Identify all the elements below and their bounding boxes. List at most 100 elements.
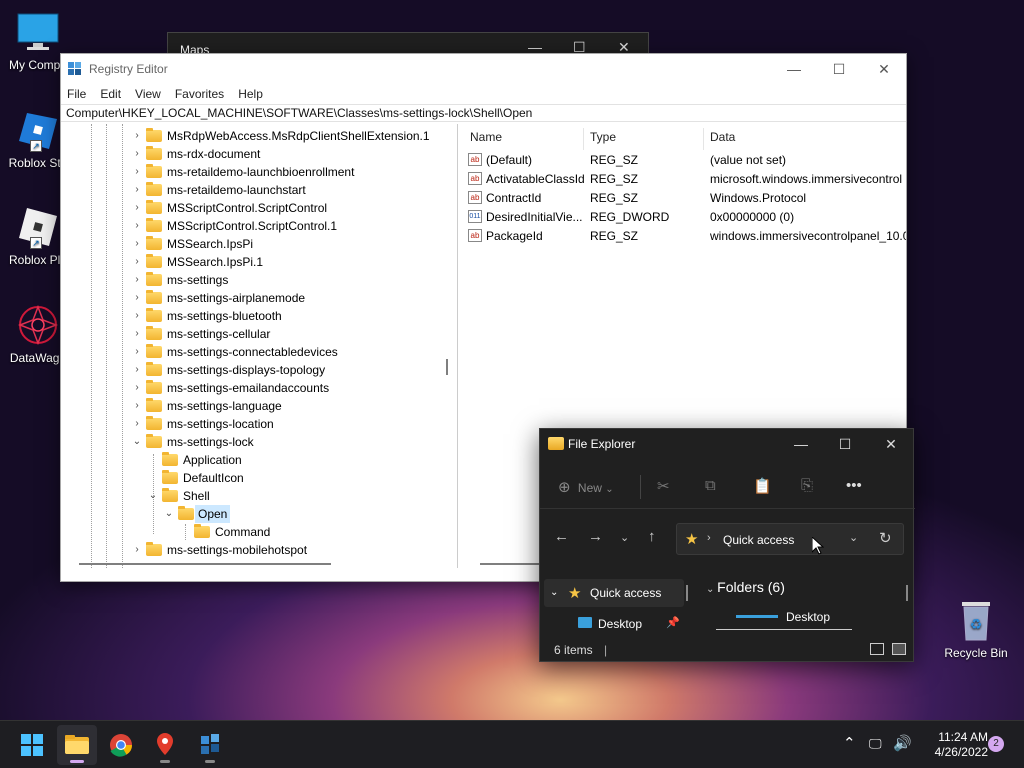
up-arrow-icon[interactable]: ↑ <box>648 528 656 545</box>
windows-logo-icon <box>21 734 43 756</box>
rename-icon[interactable]: ⎘ <box>801 477 813 494</box>
chevron-down-icon: ⌄ <box>605 484 614 495</box>
folder-icon <box>65 735 89 754</box>
refresh-icon[interactable]: ↻ <box>879 529 892 547</box>
value-row[interactable]: ab ContractId REG_SZ Windows.Protocol <box>462 189 906 208</box>
menu-file[interactable]: File <box>67 84 86 104</box>
content-pane: ⌄ Folders (6) Desktop <box>698 577 913 637</box>
chevron-right-icon: › <box>707 532 711 544</box>
new-button-label: New <box>577 481 602 495</box>
star-icon: ★ <box>685 531 699 548</box>
folder-item-label: Desktop <box>786 610 831 624</box>
close-icon[interactable]: ✕ <box>868 433 914 455</box>
chevron-down-icon[interactable]: ⌄ <box>849 531 858 544</box>
tree-horizontal-scrollbar[interactable] <box>79 563 331 565</box>
taskbar-chrome[interactable] <box>101 725 141 765</box>
folder-item-desktop[interactable]: Desktop <box>716 607 866 631</box>
chevron-down-icon: ⌄ <box>706 584 718 595</box>
chrome-icon <box>110 734 132 757</box>
menu-edit[interactable]: Edit <box>100 84 121 104</box>
string-value-icon: ab <box>468 172 482 185</box>
value-row[interactable]: 011 DesiredInitialVie... REG_DWORD 0x000… <box>462 208 906 227</box>
folders-header-label: Folders (6) <box>717 579 785 595</box>
minimize-icon[interactable]: — <box>778 433 824 455</box>
status-bar: 6 items | <box>554 643 608 657</box>
details-view-icon[interactable] <box>870 643 884 655</box>
taskbar-file-explorer[interactable] <box>57 725 97 765</box>
taskbar-maps[interactable] <box>145 725 185 765</box>
window-title: Registry Editor <box>89 62 168 76</box>
taskbar: ⌃ 🖵 🔊 11:24 AM 4/26/2022 2 <box>0 720 1024 768</box>
svg-text:♻: ♻ <box>970 617 983 633</box>
shortcut-arrow-icon: ↗ <box>30 140 42 152</box>
navigation-bar: ← → ⌄ ↑ ★ › Quick access ⌄ ↻ <box>540 519 915 555</box>
title-bar[interactable]: File Explorer — ☐ ✕ <box>540 429 913 459</box>
desktop-folder-thumbnail <box>736 615 778 618</box>
string-value-icon: ab <box>468 229 482 242</box>
notification-badge[interactable]: 2 <box>988 736 1004 752</box>
recycle-bin-icon: ♻ <box>956 598 996 642</box>
desktop-icon <box>578 617 592 628</box>
chevron-up-icon[interactable]: ⌃ <box>843 734 856 752</box>
plus-icon: ⊕ <box>558 479 571 496</box>
map-pin-icon <box>157 733 173 755</box>
start-button[interactable] <box>12 725 52 765</box>
address-bar[interactable]: ★ › Quick access ⌄ ↻ <box>676 523 904 555</box>
value-row[interactable]: ab (Default) REG_SZ (value not set) <box>462 151 906 170</box>
tree-vertical-scrollbar[interactable] <box>446 359 448 375</box>
cut-icon[interactable]: ✂ <box>657 477 670 495</box>
navigation-pane: ⌄ ★ Quick access Desktop 📌 <box>540 577 690 637</box>
column-header-data[interactable]: Data <box>710 130 735 148</box>
datawagon-icon <box>16 303 60 347</box>
nav-item-quick-access[interactable]: ⌄ ★ Quick access <box>544 579 684 607</box>
tiles-view-icon[interactable] <box>892 643 906 655</box>
paste-icon[interactable]: 📋 <box>753 477 772 495</box>
back-arrow-icon[interactable]: ← <box>554 528 569 545</box>
nav-item-label: Quick access <box>590 586 662 600</box>
folders-group-header[interactable]: ⌄ Folders (6) <box>706 579 785 595</box>
volume-icon[interactable]: 🔊 <box>893 734 912 752</box>
nav-item-label: Desktop <box>598 617 643 631</box>
folder-icon <box>548 437 564 450</box>
nav-item-desktop[interactable]: Desktop 📌 <box>574 613 686 633</box>
column-header-name[interactable]: Name <box>470 130 502 148</box>
value-row[interactable]: ab ActivatableClassId REG_SZ microsoft.w… <box>462 170 906 189</box>
nav-pane-scrollbar[interactable] <box>686 585 688 601</box>
network-icon[interactable]: 🖵 <box>869 736 882 752</box>
command-bar: ⊕ New ⌄ ✂ ⧉ 📋 ⎘ ••• <box>540 465 915 509</box>
taskbar-registry-editor[interactable] <box>190 725 230 765</box>
maximize-icon[interactable]: ☐ <box>822 433 868 455</box>
menu-help[interactable]: Help <box>238 84 263 104</box>
item-count: 6 items <box>554 643 593 657</box>
chevron-down-icon: ⌄ <box>550 587 559 598</box>
clock-date: 4/26/2022 <box>934 745 988 759</box>
more-options-icon[interactable]: ••• <box>846 477 862 494</box>
registry-editor-icon <box>201 734 219 754</box>
close-icon[interactable]: ✕ <box>861 58 907 80</box>
menu-favorites[interactable]: Favorites <box>175 84 224 104</box>
mouse-cursor-icon <box>811 535 825 558</box>
clock[interactable]: 11:24 AM 4/26/2022 <box>920 730 988 760</box>
value-row[interactable]: ab PackageId REG_SZ windows.immersivecon… <box>462 227 906 246</box>
window-title: File Explorer <box>568 437 636 451</box>
forward-arrow-icon[interactable]: → <box>588 528 603 545</box>
roblox-studio-icon: ↗ <box>16 108 60 152</box>
content-scrollbar[interactable] <box>906 585 908 601</box>
values-horizontal-scrollbar[interactable] <box>480 563 540 565</box>
minimize-icon[interactable]: — <box>771 58 817 80</box>
new-button[interactable]: ⊕ New ⌄ <box>558 478 614 496</box>
clock-time: 11:24 AM <box>938 730 988 744</box>
title-bar[interactable]: Registry Editor — ☐ ✕ <box>61 54 906 84</box>
recent-locations-chevron-icon[interactable]: ⌄ <box>620 531 629 544</box>
address-bar[interactable]: Computer\HKEY_LOCAL_MACHINE\SOFTWARE\Cla… <box>61 104 906 122</box>
key-tree[interactable]: › MsRdpWebAccess.MsRdpClientShellExtensio… <box>61 124 458 568</box>
string-value-icon: ab <box>468 191 482 204</box>
address-location: Quick access <box>723 533 795 547</box>
desktop-icon-recycle-bin[interactable]: ♻ Recycle Bin <box>944 598 1008 660</box>
shortcut-arrow-icon: ↗ <box>30 237 42 249</box>
maximize-icon[interactable]: ☐ <box>816 58 862 80</box>
column-header-type[interactable]: Type <box>590 130 616 148</box>
menu-view[interactable]: View <box>135 84 161 104</box>
file-explorer-window[interactable]: File Explorer — ☐ ✕ ⊕ New ⌄ ✂ ⧉ 📋 ⎘ ••• … <box>539 428 915 662</box>
copy-icon[interactable]: ⧉ <box>705 477 716 494</box>
